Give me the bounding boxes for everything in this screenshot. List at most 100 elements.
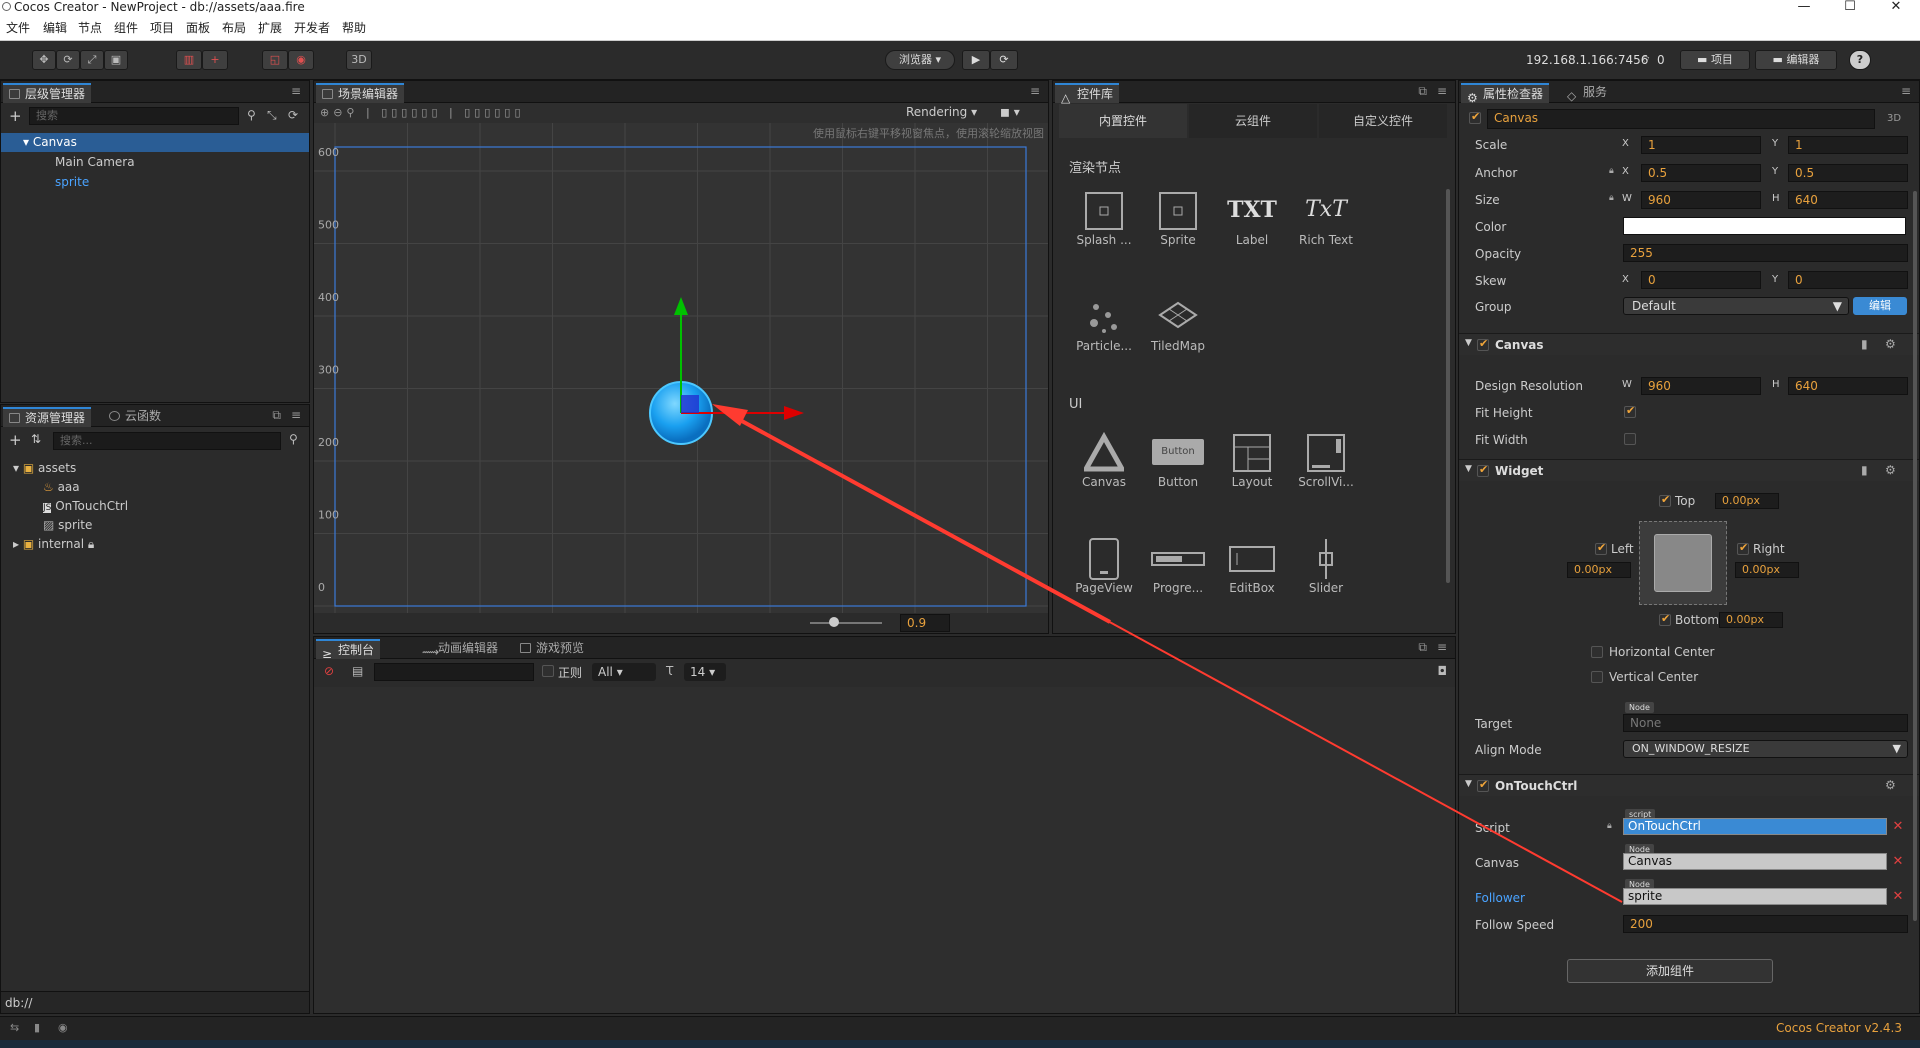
search-icon[interactable]: ⚲: [247, 108, 256, 122]
tab-game-preview[interactable]: 游戏预览: [514, 639, 590, 659]
add-component-button[interactable]: 添加组件: [1567, 959, 1773, 983]
group-select[interactable]: Default ▼: [1623, 297, 1849, 315]
widget-bottom-checkbox[interactable]: [1659, 612, 1671, 626]
tree-node-sprite[interactable]: sprite: [1, 173, 309, 192]
database-icon[interactable]: ▮: [34, 1021, 40, 1034]
sync-icon[interactable]: ⇆: [10, 1021, 19, 1034]
widget-left-input[interactable]: 0.00px: [1567, 562, 1631, 578]
tab-scene-editor[interactable]: 场景编辑器: [316, 83, 405, 103]
menu-panel[interactable]: 面板: [186, 16, 210, 40]
widget-layout[interactable]: Layout: [1217, 431, 1287, 489]
help-button[interactable]: ?: [1849, 50, 1871, 70]
pin-icon[interactable]: ⤡: [267, 108, 277, 123]
regex-checkbox[interactable]: [542, 665, 554, 677]
tab-assets[interactable]: 资源管理器: [3, 407, 92, 427]
design-w-input[interactable]: 960: [1641, 377, 1761, 395]
clear-icon[interactable]: ⊘: [324, 664, 334, 678]
inspector-menu-icon[interactable]: ≡: [1901, 84, 1911, 98]
library-menu-icon[interactable]: ≡: [1437, 84, 1447, 98]
fit-height-checkbox[interactable]: [1624, 404, 1636, 418]
widget-scrollview[interactable]: ScrollVi...: [1291, 431, 1361, 489]
console-popout-icon[interactable]: ⧉: [1418, 640, 1427, 655]
menu-node[interactable]: 节点: [78, 16, 102, 40]
ontouchctrl-enabled-checkbox[interactable]: [1477, 778, 1489, 792]
widget-richtext[interactable]: TxT Rich Text: [1291, 189, 1361, 247]
node-name-input[interactable]: Canvas: [1487, 109, 1875, 129]
anchor-y-input[interactable]: 0.5: [1788, 164, 1908, 182]
rendering-select[interactable]: Rendering ▾: [906, 105, 977, 119]
size-lock-icon[interactable]: 🔒︎: [1609, 193, 1614, 203]
menu-edit[interactable]: 编辑: [43, 16, 67, 40]
add-node-icon[interactable]: +: [9, 107, 22, 125]
canvas-ref-field[interactable]: Canvas: [1623, 853, 1887, 870]
script-ref-field[interactable]: OnTouchCtrl: [1623, 818, 1887, 835]
tab-cloud-functions[interactable]: 云函数: [103, 407, 167, 427]
follow-speed-input[interactable]: 200: [1623, 915, 1908, 933]
follower-clear-icon[interactable]: ✕: [1891, 890, 1905, 904]
menu-file[interactable]: 文件: [6, 16, 30, 40]
widget-particle[interactable]: Particle...: [1069, 295, 1139, 353]
help-book-icon[interactable]: ▮: [1861, 463, 1868, 477]
group-edit-button[interactable]: 编辑: [1853, 297, 1907, 315]
ontouchctrl-component-header[interactable]: ▼ OnTouchCtrl ⚙: [1459, 774, 1919, 796]
zoom-tools-icon[interactable]: ⊕⊖⚲ | ▯▯▯▯▯▯ | ▯▯▯▯▯▯: [320, 106, 525, 119]
zoom-slider-thumb[interactable]: [829, 617, 839, 627]
local-tool-icon[interactable]: ◱: [262, 50, 288, 70]
canvas-clear-icon[interactable]: ✕: [1891, 855, 1905, 869]
console-menu-icon[interactable]: ≡: [1437, 640, 1447, 654]
widget-bottom-input[interactable]: 0.00px: [1719, 612, 1783, 628]
tab-hierarchy[interactable]: 层级管理器: [3, 83, 92, 103]
minimize-button[interactable]: —: [1781, 0, 1827, 16]
move-tool-icon[interactable]: ✥: [32, 50, 56, 70]
skew-y-input[interactable]: 0: [1788, 271, 1908, 289]
align-tool-icon[interactable]: ▥: [176, 50, 202, 70]
assets-search-input[interactable]: 搜索...: [53, 432, 281, 450]
widget-right-checkbox[interactable]: [1737, 541, 1749, 555]
library-popout-icon[interactable]: ⧉: [1418, 84, 1427, 99]
library-scrollbar[interactable]: [1446, 189, 1450, 583]
component-settings-icon[interactable]: ⚙: [1885, 463, 1896, 477]
asset-folder-internal[interactable]: ▸ ▣ internal 🔒︎: [1, 535, 309, 554]
zoom-slider[interactable]: [810, 622, 882, 624]
editor-button[interactable]: ▬ 编辑器: [1755, 50, 1837, 70]
target-input[interactable]: None: [1623, 714, 1908, 732]
tree-node-canvas[interactable]: ▾ Canvas: [1, 133, 309, 152]
assets-search-icon[interactable]: ⚲: [289, 432, 298, 446]
scene-viewport[interactable]: 使用鼠标右键平移视窗焦点，使用滚轮缩放视图 600 500 400 300 200 100…: [314, 123, 1048, 633]
widget-sprite[interactable]: Sprite: [1143, 189, 1213, 247]
log-file-icon[interactable]: ▤: [352, 664, 363, 678]
sort-icon[interactable]: ⇅: [31, 432, 41, 446]
asset-prefab-sprite[interactable]: ▨ sprite: [1, 516, 309, 535]
widget-label[interactable]: TXT Label: [1217, 189, 1287, 247]
tab-inspector[interactable]: ⚙ 属性检查器: [1461, 83, 1550, 105]
widget-splash[interactable]: Splash ...: [1069, 189, 1139, 247]
fit-width-checkbox[interactable]: [1624, 433, 1636, 445]
tab-control-library[interactable]: △ 控件库: [1055, 83, 1120, 105]
design-h-input[interactable]: 640: [1788, 377, 1908, 395]
rect-tool-icon[interactable]: ▣: [104, 50, 128, 70]
align-mode-select[interactable]: ON_WINDOW_RESIZE ▼: [1623, 740, 1908, 758]
menu-extension[interactable]: 扩展: [258, 16, 282, 40]
widget-button[interactable]: Button Button: [1143, 431, 1213, 489]
size-w-input[interactable]: 960: [1641, 191, 1761, 209]
widget-editbox[interactable]: EditBox: [1217, 537, 1287, 595]
canvas-enabled-checkbox[interactable]: [1477, 337, 1489, 351]
widget-top-input[interactable]: 0.00px: [1715, 493, 1779, 509]
widget-alignment-box[interactable]: [1639, 521, 1727, 605]
tab-custom[interactable]: 自定义控件: [1319, 104, 1447, 138]
asset-script-ontouchctrl[interactable]: JS OnTouchCtrl: [1, 497, 309, 516]
tree-node-main-camera[interactable]: Main Camera: [1, 153, 309, 172]
widget-tiledmap[interactable]: TiledMap: [1143, 295, 1213, 353]
component-settings-icon[interactable]: ⚙: [1885, 337, 1896, 351]
menu-layout[interactable]: 布局: [222, 16, 246, 40]
scene-menu-icon[interactable]: ≡: [1030, 84, 1040, 98]
opacity-input[interactable]: 255: [1623, 244, 1908, 262]
menu-project[interactable]: 项目: [150, 16, 174, 40]
widget-canvas[interactable]: Canvas: [1069, 431, 1139, 489]
widget-progressbar[interactable]: Progre...: [1143, 537, 1213, 595]
zoom-value[interactable]: 0.9: [900, 614, 950, 632]
widget-left-checkbox[interactable]: [1595, 541, 1607, 555]
menu-developer[interactable]: 开发者: [294, 16, 330, 40]
maximize-button[interactable]: ☐: [1827, 0, 1873, 16]
anchor-x-input[interactable]: 0.5: [1641, 164, 1761, 182]
